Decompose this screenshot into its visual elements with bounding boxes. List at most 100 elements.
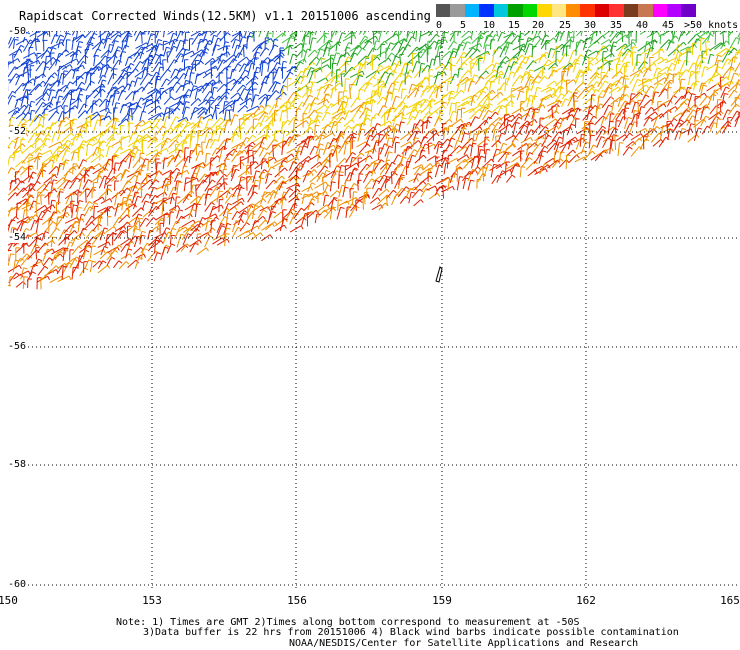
wind-barb xyxy=(8,58,21,65)
legend-tick-label: 30 xyxy=(583,20,597,31)
wind-barb xyxy=(734,61,740,73)
wind-barb xyxy=(139,217,150,228)
wind-barb xyxy=(266,138,278,150)
wind-barb xyxy=(258,177,265,190)
wind-barb xyxy=(489,39,496,50)
wind-barb xyxy=(575,118,580,128)
wind-barb xyxy=(643,116,653,127)
wind-barb xyxy=(573,31,578,43)
wind-barb xyxy=(211,147,221,156)
wind-barb xyxy=(134,77,142,87)
wind-barb xyxy=(218,199,224,213)
wind-barb xyxy=(274,167,288,178)
wind-barb xyxy=(623,41,637,50)
wind-barb xyxy=(604,111,614,121)
wind-barb xyxy=(35,92,50,101)
wind-barb xyxy=(342,34,357,42)
wind-barb xyxy=(342,186,349,198)
wind-barb xyxy=(484,89,496,98)
wind-barb xyxy=(261,222,275,231)
wind-barb xyxy=(89,245,96,259)
wind-barb xyxy=(687,134,700,143)
wind-barb xyxy=(57,72,66,87)
wind-barb xyxy=(295,216,307,224)
wind-barb xyxy=(457,31,459,36)
wind-barb xyxy=(295,31,298,37)
wind-barb xyxy=(155,191,168,198)
wind-barb xyxy=(112,216,123,227)
wind-barb xyxy=(457,68,464,78)
wind-barb xyxy=(378,31,386,42)
wind-barb xyxy=(273,175,285,185)
wind-barb xyxy=(568,154,580,163)
wind-barb xyxy=(289,161,298,171)
wind-barb xyxy=(237,105,249,113)
wind-barb xyxy=(68,107,75,119)
wind-barb xyxy=(214,104,220,120)
wind-barb xyxy=(533,86,542,101)
wind-barb xyxy=(370,100,377,113)
wind-barb xyxy=(652,56,665,64)
wind-barb xyxy=(35,73,47,80)
legend-tick-label: 35 xyxy=(609,20,623,31)
wind-barb xyxy=(57,110,67,122)
wind-barb xyxy=(603,67,614,79)
wind-barb xyxy=(694,107,702,121)
wind-barb xyxy=(105,226,117,234)
wind-barb xyxy=(301,186,314,193)
wind-barb xyxy=(226,66,231,79)
legend-swatch xyxy=(464,4,480,17)
wind-barb-canvas xyxy=(8,31,740,588)
wind-barb xyxy=(449,56,456,72)
wind-barb xyxy=(163,96,175,105)
wind-barb xyxy=(190,120,203,129)
wind-barb xyxy=(27,59,41,66)
wind-barb xyxy=(21,144,35,155)
wind-barb xyxy=(321,124,331,134)
wind-barb xyxy=(194,203,201,218)
wind-barb xyxy=(420,143,429,154)
wind-barb xyxy=(259,47,270,57)
wind-barb xyxy=(680,106,692,115)
wind-barb xyxy=(519,166,526,178)
legend-swatch xyxy=(522,4,538,17)
wind-barb xyxy=(71,246,82,255)
wind-barb xyxy=(617,142,624,156)
latitude-label: -58 xyxy=(8,459,27,470)
legend-swatch xyxy=(638,4,653,17)
wind-barb xyxy=(90,114,95,128)
wind-barb xyxy=(64,105,78,115)
wind-barb xyxy=(135,169,144,183)
wind-barb xyxy=(203,90,214,101)
wind-barb xyxy=(716,100,727,107)
wind-barb xyxy=(623,107,630,121)
wind-barb xyxy=(624,78,630,91)
wind-barb xyxy=(440,81,446,92)
wind-barb xyxy=(338,174,344,189)
legend-swatch xyxy=(479,4,494,17)
longitude-label: 162 xyxy=(576,594,596,607)
wind-barb-map[interactable] xyxy=(8,31,740,588)
latitude-label: -52 xyxy=(8,126,27,137)
wind-barb xyxy=(566,123,576,136)
wind-barb xyxy=(111,189,126,199)
wind-barb xyxy=(28,46,34,58)
wind-barb xyxy=(212,237,225,245)
wind-barb xyxy=(715,118,722,128)
wind-barb xyxy=(259,81,268,94)
wind-barb xyxy=(426,185,438,191)
wind-barb xyxy=(216,51,231,59)
wind-barb xyxy=(377,147,384,161)
wind-barb xyxy=(443,162,450,175)
legend-tick-label: >50 knots xyxy=(684,20,739,31)
wind-barb xyxy=(8,285,11,287)
legend-swatch xyxy=(508,4,523,17)
wind-barb xyxy=(183,177,190,192)
wind-barb xyxy=(462,108,475,114)
wind-barb-field xyxy=(8,31,740,290)
wind-barb xyxy=(474,76,485,85)
wind-barb xyxy=(111,140,123,147)
wind-barb xyxy=(198,51,208,65)
wind-barb xyxy=(622,146,633,156)
wind-barb xyxy=(205,138,214,149)
